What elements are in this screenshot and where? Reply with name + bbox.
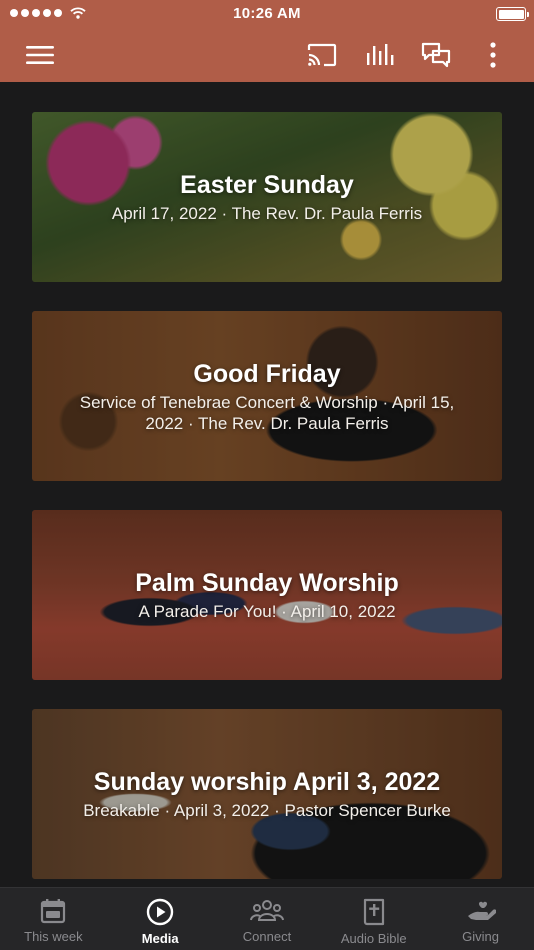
media-title: Sunday worship April 3, 2022 [93, 768, 441, 796]
media-card[interactable]: Good Friday Service of Tenebrae Concert … [32, 311, 502, 481]
tab-this-week[interactable]: This week [0, 888, 107, 950]
media-subtitle: April 17, 2022 · The Rev. Dr. Paula Ferr… [111, 204, 423, 223]
media-title: Easter Sunday [180, 171, 354, 199]
tab-audio-bible[interactable]: Audio Bible [320, 888, 427, 950]
people-group-icon [249, 900, 284, 921]
giving-hand-icon [467, 901, 496, 920]
top-toolbar [0, 28, 534, 82]
media-card[interactable]: Palm Sunday Worship A Parade For You! · … [32, 510, 502, 680]
cast-icon [307, 43, 337, 67]
status-bar: 10:26 AM [0, 0, 534, 28]
menu-button[interactable] [20, 28, 60, 82]
tab-giving[interactable]: Giving [427, 888, 534, 950]
bible-icon [363, 898, 384, 926]
play-circle-icon [146, 898, 174, 926]
tab-label: This week [24, 929, 83, 944]
media-title: Palm Sunday Worship [135, 569, 399, 597]
media-list: Easter Sunday April 17, 2022 · The Rev. … [0, 82, 534, 887]
cast-button[interactable] [302, 28, 342, 82]
media-card[interactable]: Sunday worship April 3, 2022 Breakable ·… [32, 709, 502, 879]
tab-label: Media [141, 931, 179, 946]
tab-media[interactable]: Media [107, 888, 214, 950]
media-subtitle: Service of Tenebrae Concert & Worship · … [79, 392, 455, 433]
tab-label: Giving [462, 929, 500, 944]
calendar-icon [41, 899, 66, 924]
audio-bars-icon [367, 44, 394, 65]
more-options-button[interactable] [478, 28, 508, 82]
chat-bubbles-icon [421, 42, 451, 68]
media-title: Good Friday [193, 359, 341, 388]
media-card[interactable]: Easter Sunday April 17, 2022 · The Rev. … [32, 112, 502, 282]
hamburger-menu-icon [26, 46, 54, 64]
tab-label: Connect [242, 929, 292, 944]
battery-icon [496, 7, 529, 21]
audio-button[interactable] [360, 28, 400, 82]
media-subtitle: A Parade For You! · April 10, 2022 [138, 602, 396, 621]
bottom-tab-bar: This week Media Connect Audio Bible Givi… [0, 887, 534, 950]
more-vertical-icon [490, 42, 496, 68]
app-screen: 10:26 AM Easter Sunday April 17, 2022 · … [0, 0, 534, 950]
status-time: 10:26 AM [233, 5, 301, 22]
tab-label: Audio Bible [340, 931, 407, 946]
chat-button[interactable] [416, 28, 456, 82]
tab-connect[interactable]: Connect [214, 888, 321, 950]
media-subtitle: Breakable · April 3, 2022 · Pastor Spenc… [83, 801, 451, 820]
